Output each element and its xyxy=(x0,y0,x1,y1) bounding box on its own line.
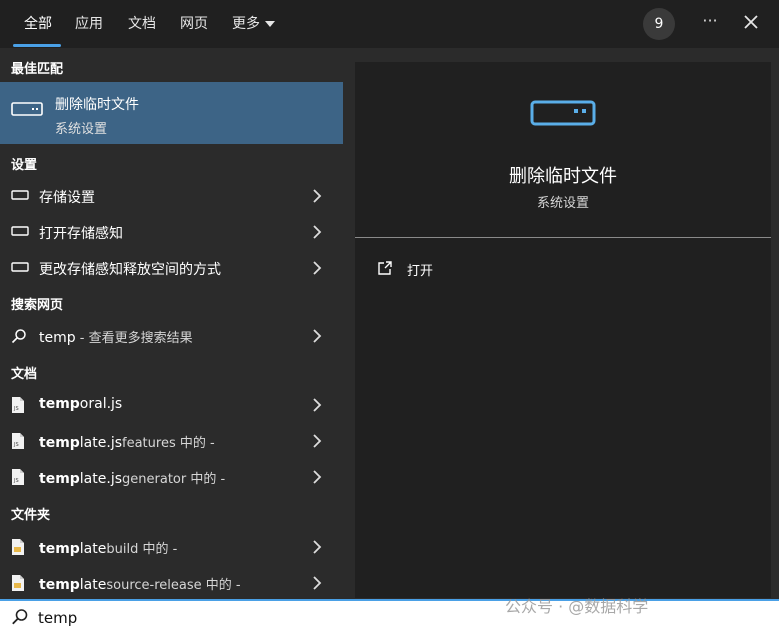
folder-item-template-build[interactable]: templatebuild 中的 - xyxy=(0,530,343,564)
document-name-rest: late.js xyxy=(79,435,123,451)
section-heading-best-match: 最佳匹配 xyxy=(11,62,64,77)
storage-drive-icon xyxy=(11,262,29,272)
js-file-icon: JS xyxy=(12,433,24,449)
settings-item-label: 存储设置 xyxy=(39,190,95,206)
best-match-item[interactable]: 删除临时文件 系统设置 xyxy=(0,82,343,144)
tab-more-label: 更多 xyxy=(232,16,260,32)
tab-documents[interactable]: 文档 xyxy=(128,13,156,33)
tab-all[interactable]: 全部 xyxy=(24,13,52,33)
search-icon xyxy=(12,609,28,625)
storage-drive-icon xyxy=(530,100,596,126)
settings-item-change-storage-sense[interactable]: 更改存储感知释放空间的方式 xyxy=(0,251,343,285)
chevron-right-icon[interactable] xyxy=(311,224,323,240)
svg-text:JS: JS xyxy=(13,478,19,484)
chevron-right-icon[interactable] xyxy=(311,539,323,555)
preview-divider xyxy=(355,237,771,238)
folder-location: build 中的 - xyxy=(106,542,178,557)
storage-drive-icon xyxy=(11,226,29,236)
folder-name-rest: late xyxy=(79,577,107,593)
tab-web[interactable]: 网页 xyxy=(180,13,208,33)
preview-title: 删除临时文件 xyxy=(509,166,617,187)
match-highlight: temp xyxy=(39,435,80,451)
js-file-icon: JS xyxy=(12,469,24,485)
web-search-hint: - 查看更多搜索结果 xyxy=(75,331,193,346)
document-item-temporal[interactable]: JS temporal.js xyxy=(0,388,343,422)
search-icon xyxy=(11,329,26,344)
folder-location: source-release 中的 - xyxy=(106,578,241,593)
settings-item-storage-sense[interactable]: 打开存储感知 xyxy=(0,215,343,249)
folder-file-icon xyxy=(12,575,24,591)
chevron-right-icon[interactable] xyxy=(311,433,323,449)
section-heading-web: 搜索网页 xyxy=(11,298,64,313)
document-item-template-generator[interactable]: JS template.jsgenerator 中的 - xyxy=(0,460,343,494)
document-item-template-features[interactable]: JS template.jsfeatures 中的 - xyxy=(0,424,343,458)
best-match-subtitle: 系统设置 xyxy=(55,122,108,137)
settings-item-storage[interactable]: 存储设置 xyxy=(0,179,343,213)
web-search-query: temp xyxy=(39,330,76,346)
section-heading-folders: 文件夹 xyxy=(11,508,51,523)
chevron-right-icon[interactable] xyxy=(311,188,323,204)
match-highlight: temp xyxy=(39,396,80,412)
top-tab-bar: 全部 应用 文档 网页 更多 9 ··· xyxy=(0,0,779,48)
open-external-icon xyxy=(378,261,392,275)
rewards-badge[interactable]: 9 xyxy=(643,8,675,40)
section-heading-settings: 设置 xyxy=(11,158,38,173)
document-name-rest: late.js xyxy=(79,471,123,487)
tab-more[interactable]: 更多 xyxy=(232,13,275,33)
folder-item-template-source-release[interactable]: templatesource-release 中的 - xyxy=(0,566,343,600)
folder-file-icon xyxy=(12,539,24,555)
document-location: features 中的 - xyxy=(122,436,215,451)
svg-text:JS: JS xyxy=(13,406,19,412)
close-icon[interactable] xyxy=(739,10,763,34)
search-input[interactable] xyxy=(36,605,470,631)
storage-drive-icon xyxy=(11,102,43,116)
watermark-text: 公众号 · @数据科学 xyxy=(505,597,649,616)
search-bar xyxy=(0,599,779,633)
open-action-label: 打开 xyxy=(407,264,434,279)
document-location: generator 中的 - xyxy=(122,472,226,487)
match-highlight: temp xyxy=(39,541,80,557)
more-options-icon[interactable]: ··· xyxy=(698,10,722,34)
match-highlight: temp xyxy=(39,471,80,487)
preview-panel: 删除临时文件 系统设置 打开 xyxy=(355,62,771,598)
js-file-icon: JS xyxy=(12,397,24,413)
open-action[interactable]: 打开 xyxy=(377,258,577,282)
active-tab-indicator xyxy=(13,44,61,47)
svg-text:JS: JS xyxy=(13,442,19,448)
match-highlight: temp xyxy=(39,577,80,593)
storage-drive-icon xyxy=(11,190,29,200)
chevron-right-icon[interactable] xyxy=(311,260,323,276)
chevron-right-icon[interactable] xyxy=(311,397,323,413)
tab-apps[interactable]: 应用 xyxy=(75,13,103,33)
section-heading-documents: 文档 xyxy=(11,367,38,382)
results-list: 最佳匹配 删除临时文件 系统设置 设置 存储设置 打开存储感知 更改存储感知释放… xyxy=(0,48,343,598)
chevron-right-icon[interactable] xyxy=(311,575,323,591)
chevron-down-icon xyxy=(265,21,275,27)
web-search-item[interactable]: temp - 查看更多搜索结果 xyxy=(0,319,343,353)
chevron-right-icon[interactable] xyxy=(311,469,323,485)
folder-name-rest: late xyxy=(79,541,107,557)
settings-item-label: 打开存储感知 xyxy=(39,226,123,242)
preview-subtitle: 系统设置 xyxy=(536,196,589,211)
best-match-title: 删除临时文件 xyxy=(55,97,139,113)
document-name-rest: oral.js xyxy=(79,396,123,412)
chevron-right-icon[interactable] xyxy=(311,328,323,344)
settings-item-label: 更改存储感知释放空间的方式 xyxy=(39,262,221,278)
